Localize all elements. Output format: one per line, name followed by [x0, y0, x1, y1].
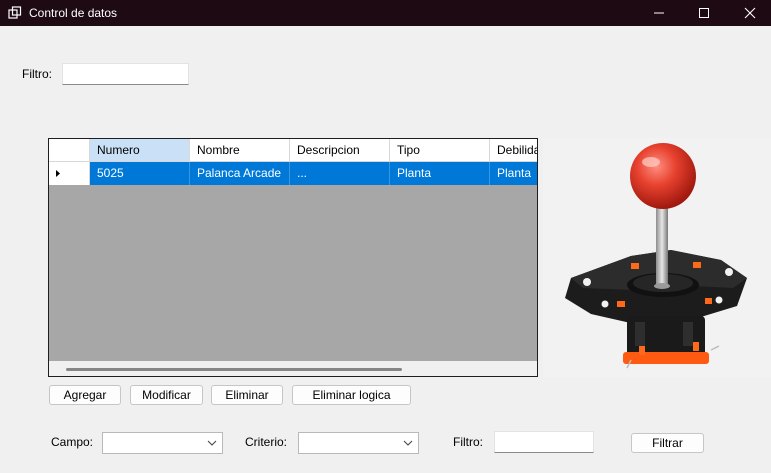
filter-label: Filtro:: [22, 67, 52, 81]
modificar-button[interactable]: Modificar: [130, 385, 203, 405]
cell-debilidad[interactable]: Planta: [490, 162, 537, 185]
row-header[interactable]: [49, 162, 90, 185]
campo-label: Campo:: [51, 435, 94, 449]
filter-input[interactable]: [62, 63, 189, 85]
close-icon: [744, 7, 756, 19]
maximize-button[interactable]: [681, 0, 727, 26]
column-header-debilidad[interactable]: Debilidad: [490, 139, 537, 162]
cell-nombre[interactable]: Palanca Arcade: [190, 162, 290, 185]
joystick-image: [543, 138, 771, 377]
chevron-down-icon: [403, 440, 413, 446]
column-header-descripcion[interactable]: Descripcion: [290, 139, 390, 162]
cell-numero[interactable]: 5025: [90, 162, 190, 185]
horizontal-scrollbar[interactable]: [49, 361, 537, 376]
window-icon: [8, 6, 22, 20]
chevron-down-icon: [207, 440, 217, 446]
close-button[interactable]: [727, 0, 771, 26]
table-row[interactable]: 5025 Palanca Arcade ... Planta Planta: [49, 162, 537, 185]
filtro-advanced-input[interactable]: [494, 431, 594, 453]
eliminar-logica-button[interactable]: Eliminar logica: [292, 385, 411, 405]
minimize-icon: [654, 12, 664, 14]
criterio-select[interactable]: [298, 432, 419, 454]
column-header-nombre[interactable]: Nombre: [190, 139, 290, 162]
criterio-label: Criterio:: [245, 435, 288, 449]
minimize-button[interactable]: [636, 0, 682, 26]
data-grid[interactable]: Numero Nombre Descripcion Tipo Debilidad…: [48, 138, 538, 377]
filtrar-button[interactable]: Filtrar: [631, 433, 704, 453]
row-header-corner: [49, 139, 90, 162]
agregar-button[interactable]: Agregar: [49, 385, 121, 405]
cell-tipo[interactable]: Planta: [390, 162, 490, 185]
window-title: Control de datos: [29, 6, 118, 20]
row-pointer-icon: [56, 170, 60, 177]
maximize-icon: [699, 8, 709, 18]
grid-header: Numero Nombre Descripcion Tipo Debilidad: [49, 139, 537, 162]
scrollbar-thumb[interactable]: [66, 368, 402, 371]
title-bar: Control de datos: [0, 0, 771, 26]
filtro-label: Filtro:: [453, 435, 483, 449]
cell-descripcion[interactable]: ...: [290, 162, 390, 185]
column-header-numero[interactable]: Numero: [90, 139, 190, 162]
eliminar-button[interactable]: Eliminar: [211, 385, 283, 405]
campo-select[interactable]: [102, 432, 223, 454]
column-header-tipo[interactable]: Tipo: [390, 139, 490, 162]
